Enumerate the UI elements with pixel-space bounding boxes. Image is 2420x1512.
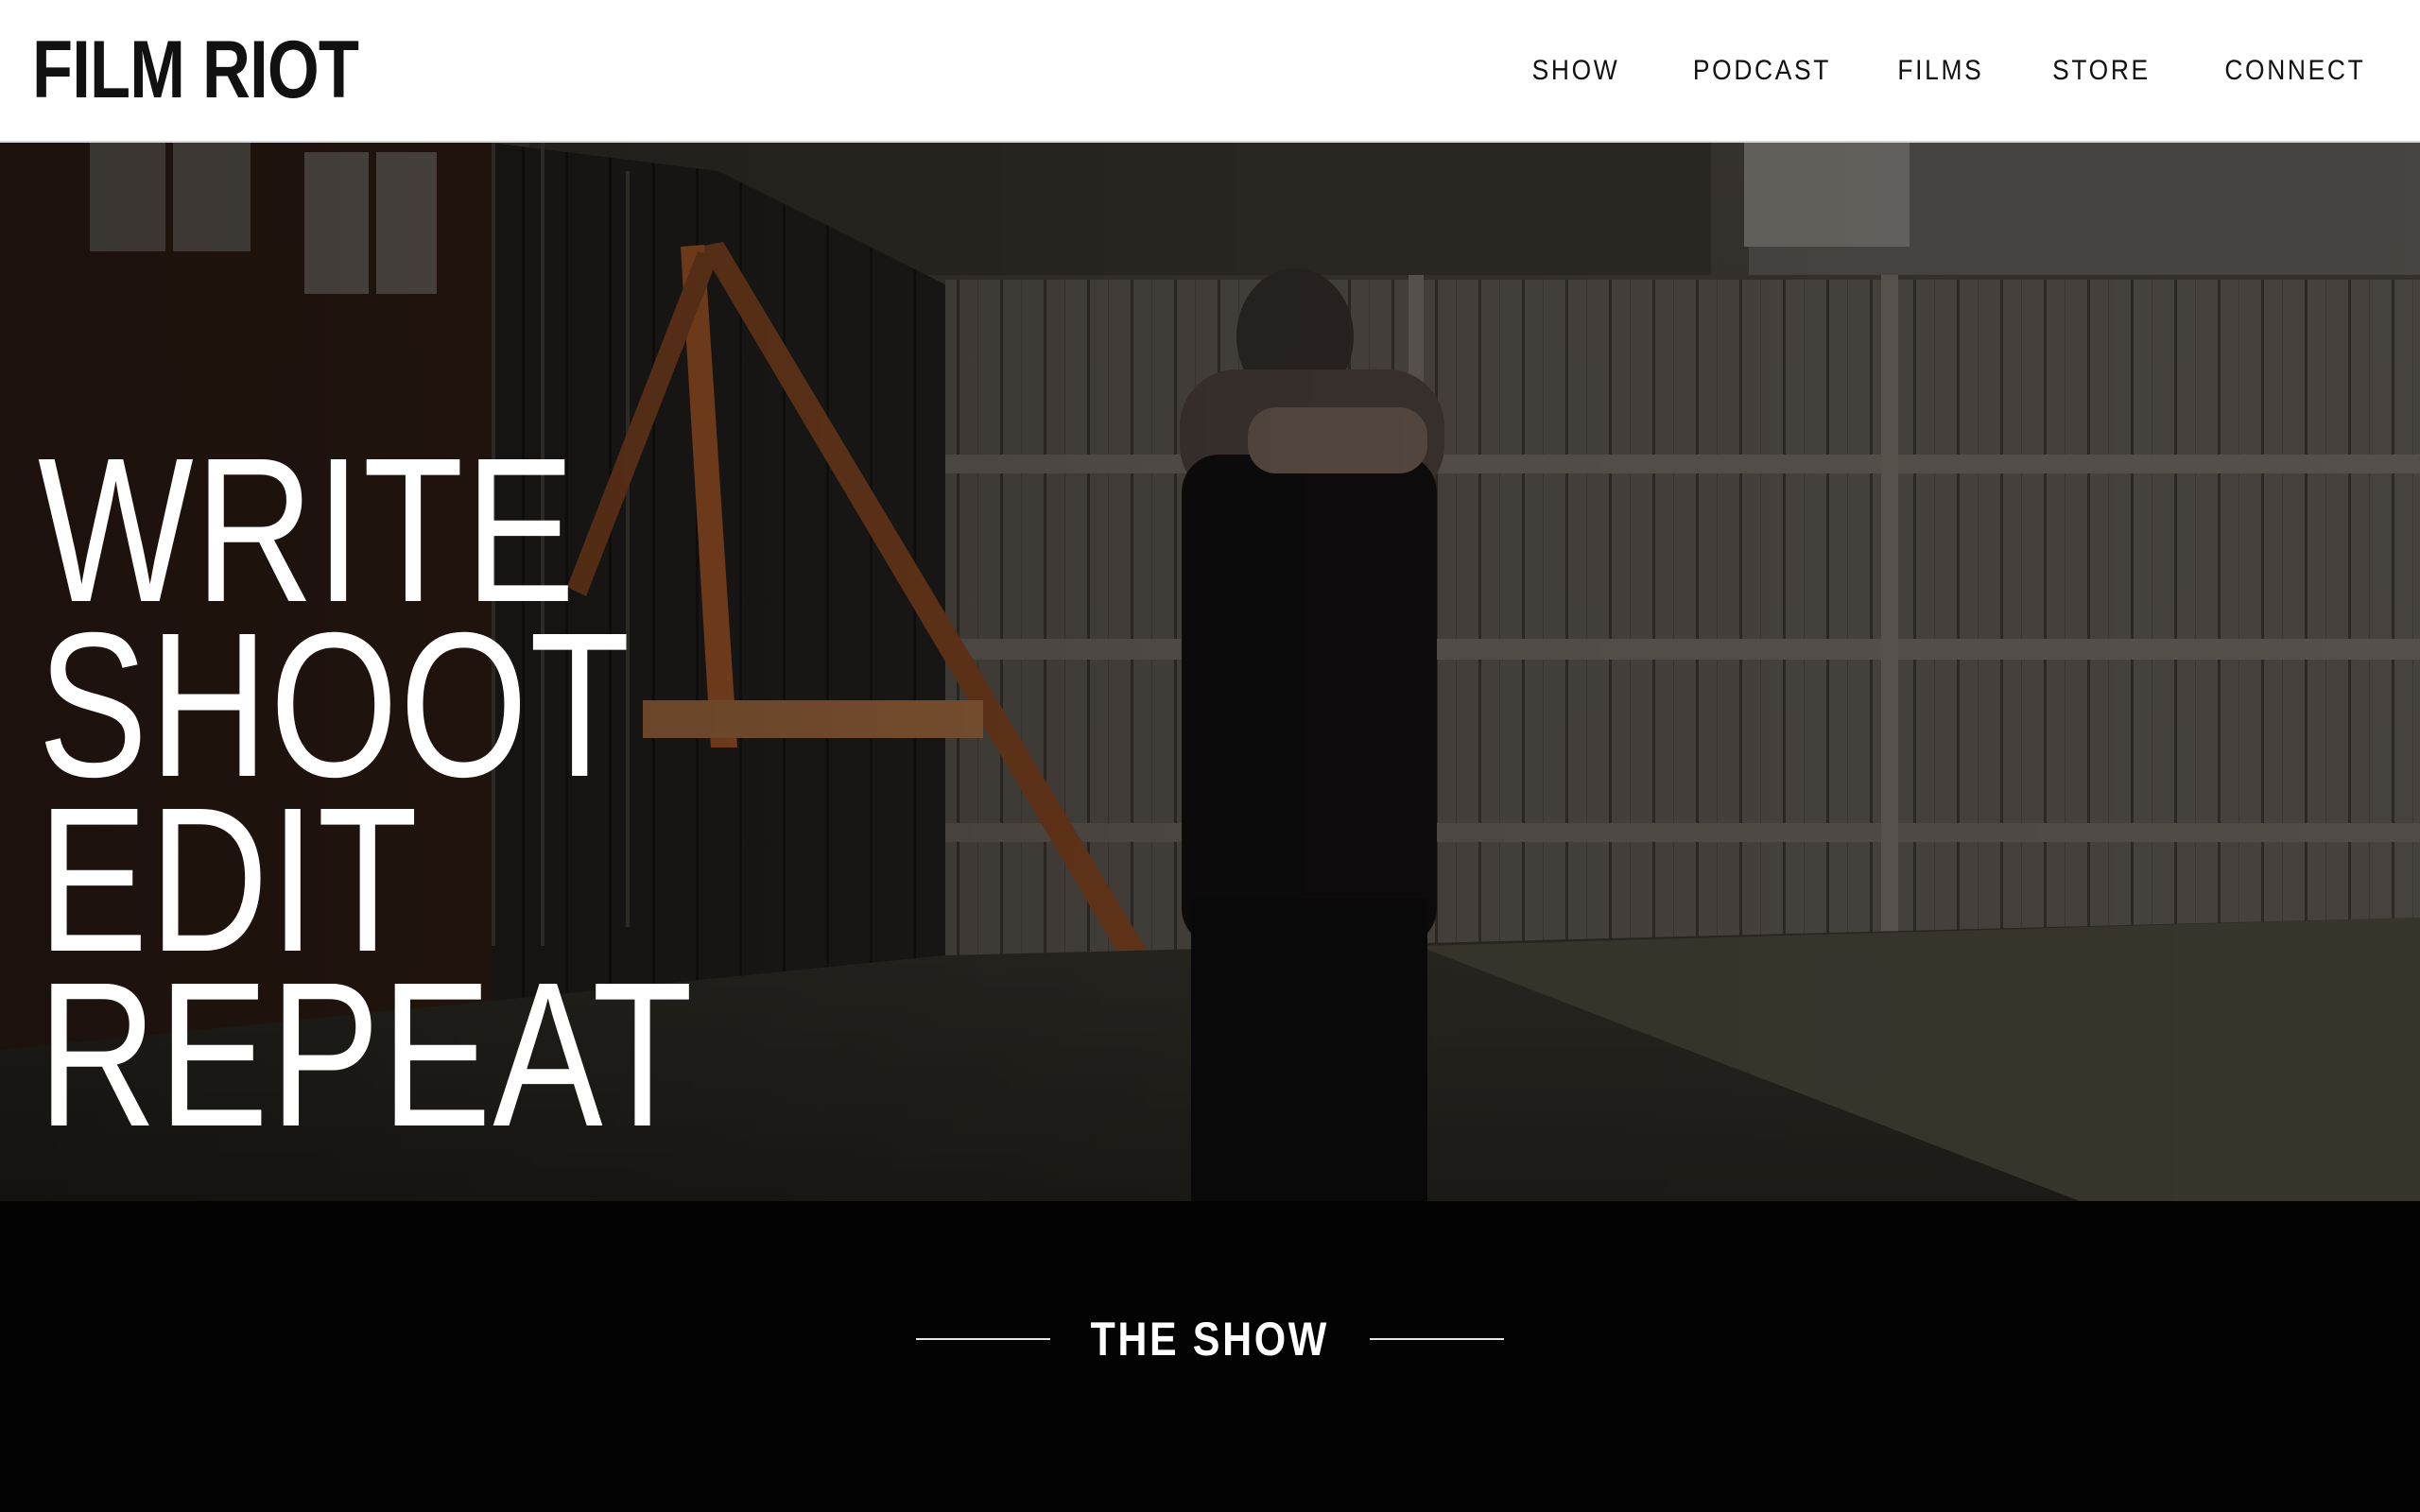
show-section: THE SHOW xyxy=(0,1201,2420,1512)
site-logo[interactable]: FILM RIOT xyxy=(32,25,359,115)
hero-tagline: WRITE SHOOT EDIT REPEAT xyxy=(38,428,889,1170)
heading-rule-right xyxy=(1369,1338,1504,1340)
heading-rule-left xyxy=(916,1338,1051,1340)
hero-line-repeat: REPEAT xyxy=(38,940,695,1170)
nav-item-store[interactable]: STORE xyxy=(2052,49,2151,93)
nav-item-films[interactable]: FILMS xyxy=(1898,49,1984,93)
site-header: FILM RIOT SHOW PODCAST FILMS STORE CONNE… xyxy=(0,0,2420,143)
hero-banner: WRITE SHOOT EDIT REPEAT xyxy=(0,143,2420,1201)
main-nav: SHOW PODCAST FILMS STORE CONNECT xyxy=(1465,49,2365,93)
nav-item-connect[interactable]: CONNECT xyxy=(2224,49,2365,93)
show-heading: THE SHOW xyxy=(0,1305,2420,1373)
nav-item-podcast[interactable]: PODCAST xyxy=(1693,49,1831,93)
nav-item-show[interactable]: SHOW xyxy=(1532,49,1620,93)
section-title: THE SHOW xyxy=(1090,1313,1330,1366)
